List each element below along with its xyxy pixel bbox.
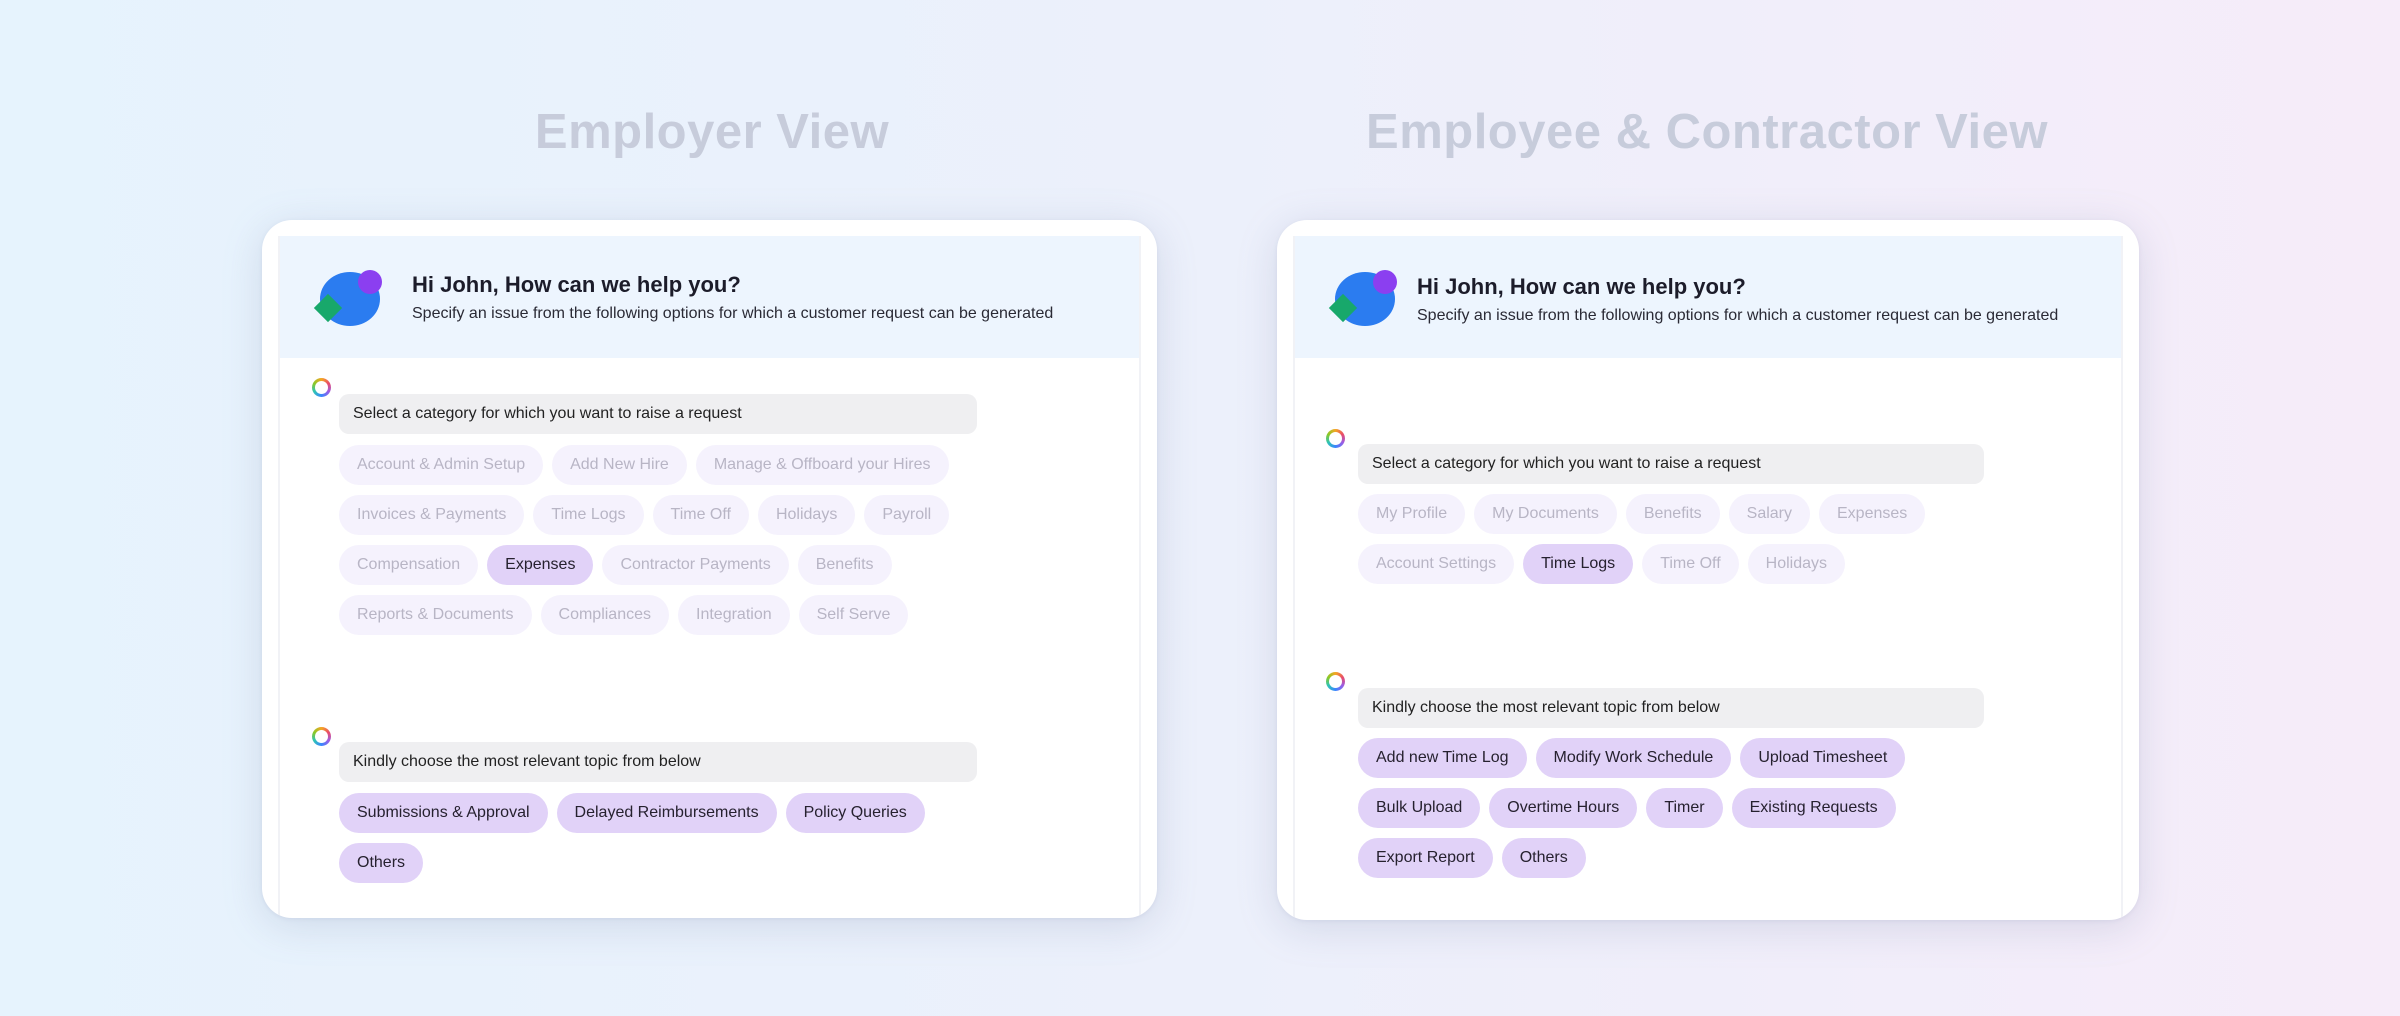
employee-view-title: Employee & Contractor View	[1366, 105, 2048, 159]
category-chip[interactable]: Benefits	[1625, 494, 1720, 534]
topic-chip[interactable]: Overtime Hours	[1489, 788, 1638, 828]
category-chip-group: Account & Admin Setup Add New Hire Manag…	[339, 445, 950, 645]
category-chip[interactable]: Self Serve	[798, 595, 909, 635]
bot-avatar-icon	[1326, 672, 1345, 691]
category-chip[interactable]: Payroll	[864, 495, 950, 535]
employer-chat-card: Hi John, How can we help you? Specify an…	[262, 220, 1157, 918]
topic-chip[interactable]: Submissions & Approval	[339, 793, 548, 833]
assistant-logo-icon	[1328, 270, 1397, 326]
topic-chip[interactable]: Add new Time Log	[1358, 738, 1527, 778]
topic-chip-group: Add new Time Log Modify Work Schedule Up…	[1358, 738, 1906, 888]
category-chip[interactable]: Benefits	[797, 545, 892, 585]
category-prompt: Select a category for which you want to …	[1358, 444, 1984, 484]
topic-chip[interactable]: Delayed Reimbursements	[556, 793, 777, 833]
greeting-text: Hi John, How can we help you?	[1417, 274, 1746, 299]
topic-prompt: Kindly choose the most relevant topic fr…	[339, 742, 977, 782]
category-chip[interactable]: Manage & Offboard your Hires	[695, 445, 949, 485]
topic-chip-group: Submissions & Approval Delayed Reimburse…	[339, 793, 925, 893]
category-chip[interactable]: My Profile	[1358, 494, 1466, 534]
topic-chip[interactable]: Modify Work Schedule	[1535, 738, 1732, 778]
category-chip[interactable]: Time Off	[652, 495, 749, 535]
category-chip[interactable]: Add New Hire	[552, 445, 687, 485]
topic-chip[interactable]: Others	[1501, 838, 1586, 878]
category-chip[interactable]: Compensation	[339, 545, 479, 585]
category-chip[interactable]: Integration	[678, 595, 790, 635]
topic-chip[interactable]: Bulk Upload	[1358, 788, 1481, 828]
category-chip-selected[interactable]: Time Logs	[1523, 544, 1634, 584]
greeting-subtitle: Specify an issue from the following opti…	[412, 305, 1054, 322]
category-chip[interactable]: Account & Admin Setup	[339, 445, 544, 485]
bot-avatar-icon	[312, 378, 331, 397]
category-chip-selected[interactable]: Expenses	[487, 545, 594, 585]
category-chip[interactable]: Account Settings	[1358, 544, 1515, 584]
topic-prompt: Kindly choose the most relevant topic fr…	[1358, 688, 1984, 728]
category-chip[interactable]: Invoices & Payments	[339, 495, 525, 535]
chat-header: Hi John, How can we help you? Specify an…	[1295, 236, 2121, 358]
category-chip[interactable]: Expenses	[1819, 494, 1926, 534]
category-chip[interactable]: Holidays	[757, 495, 856, 535]
bot-avatar-icon	[312, 727, 331, 746]
category-prompt: Select a category for which you want to …	[339, 394, 977, 434]
category-chip[interactable]: Reports & Documents	[339, 595, 532, 635]
category-chip[interactable]: Contractor Payments	[602, 545, 789, 585]
topic-chip[interactable]: Policy Queries	[785, 793, 925, 833]
category-chip[interactable]: Time Off	[1642, 544, 1739, 584]
chat-header: Hi John, How can we help you? Specify an…	[280, 236, 1139, 358]
category-chip[interactable]: Time Logs	[533, 495, 644, 535]
category-chip[interactable]: Salary	[1728, 494, 1810, 534]
greeting-text: Hi John, How can we help you?	[412, 272, 741, 297]
bot-avatar-icon	[1326, 429, 1345, 448]
employee-chat-card: Hi John, How can we help you? Specify an…	[1277, 220, 2139, 920]
category-chip[interactable]: Compliances	[540, 595, 669, 635]
category-chip[interactable]: Holidays	[1747, 544, 1845, 584]
category-chip-group: My Profile My Documents Benefits Salary …	[1358, 494, 1926, 594]
topic-chip[interactable]: Existing Requests	[1731, 788, 1896, 828]
topic-chip[interactable]: Others	[339, 843, 424, 883]
topic-chip[interactable]: Upload Timesheet	[1740, 738, 1906, 778]
topic-chip[interactable]: Export Report	[1358, 838, 1493, 878]
topic-chip[interactable]: Timer	[1646, 788, 1723, 828]
assistant-logo-icon	[313, 270, 382, 326]
category-chip[interactable]: My Documents	[1474, 494, 1617, 534]
greeting-subtitle: Specify an issue from the following opti…	[1417, 307, 2059, 324]
employer-view-title: Employer View	[534, 105, 890, 159]
